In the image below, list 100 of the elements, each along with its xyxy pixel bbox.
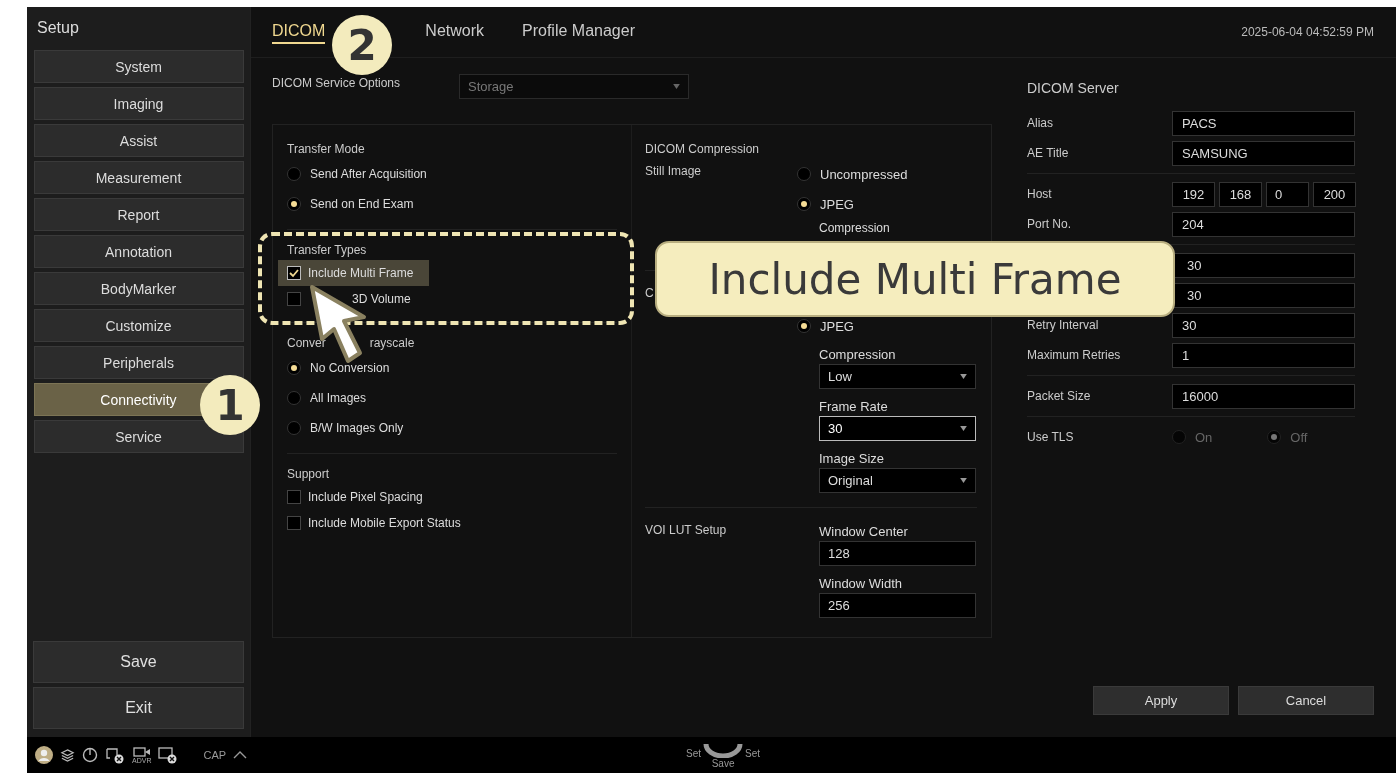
key-label: Save	[711, 757, 735, 769]
checkbox[interactable]	[287, 516, 301, 530]
field-label: Maximum Retries	[1027, 348, 1121, 362]
input-field[interactable]: 168	[1219, 181, 1262, 207]
field-label: Frame Rate	[819, 398, 889, 414]
user-avatar-icon[interactable]	[35, 746, 53, 764]
knob-icon	[703, 741, 744, 758]
option-label: Include Multi Frame	[308, 266, 414, 280]
field-label: Alias	[1027, 116, 1053, 130]
field-label: Window Center	[819, 523, 909, 539]
option-label: No Conversion	[310, 361, 390, 375]
tab[interactable]: Profile Manager	[522, 20, 635, 44]
checkbox[interactable]	[287, 266, 301, 280]
input-field[interactable]: 128	[819, 541, 976, 566]
field-label: Port No.	[1027, 217, 1071, 231]
option-label: All Images	[310, 391, 367, 405]
screen-error-icon[interactable]	[158, 746, 179, 764]
network-error-icon[interactable]	[105, 746, 125, 764]
radio-button[interactable]	[797, 167, 811, 181]
option-label: Send After Acquisition	[310, 167, 427, 181]
field-label: AE Title	[1027, 146, 1069, 160]
dropdown[interactable]: 30	[819, 416, 976, 441]
input-field[interactable]: 204	[1172, 211, 1355, 237]
sidebar-title: Setup	[36, 18, 79, 38]
key-label: Set	[686, 747, 702, 759]
gauge-icon[interactable]	[82, 747, 98, 763]
input-field[interactable]: 0	[1266, 181, 1309, 207]
section-title: Conver	[287, 336, 326, 350]
sidebar-item[interactable]: BodyMarker	[33, 272, 244, 305]
checkbox[interactable]	[287, 292, 301, 306]
panel-title: DICOM Server	[1027, 80, 1120, 98]
option-label: Send on End Exam	[310, 197, 414, 211]
dropdown[interactable]: Low	[819, 364, 976, 389]
checkbox[interactable]	[287, 490, 301, 504]
sidebar-item[interactable]: Peripherals	[33, 346, 244, 379]
sidebar-item[interactable]: Customize	[33, 309, 244, 342]
radio-button[interactable]	[287, 421, 301, 435]
option-label: B/W Images Only	[310, 421, 404, 435]
radio-button[interactable]	[287, 167, 301, 181]
caret-up-icon[interactable]	[233, 751, 248, 759]
action-button[interactable]: Apply	[1093, 686, 1229, 715]
caps-lock-indicator: CAP	[203, 749, 227, 761]
input-field[interactable]: 1	[1172, 342, 1355, 368]
option-label: Include Mobile Export Status	[308, 516, 461, 530]
option-label: Include Pixel Spacing	[308, 490, 423, 504]
key-label: Set	[745, 747, 761, 759]
sidebar-item[interactable]: Service	[33, 420, 244, 453]
input-field[interactable]: 30	[1172, 282, 1355, 308]
field-label: Packet Size	[1027, 389, 1091, 403]
input-field[interactable]: 256	[819, 593, 976, 618]
field-label: Still Image	[645, 164, 702, 178]
section-title: Transfer Types	[287, 242, 368, 259]
sidebar-item[interactable]: Report	[33, 198, 244, 231]
sidebar-item[interactable]: Assist	[33, 124, 244, 157]
sidebar-item[interactable]: System	[33, 50, 244, 83]
tab[interactable]: Network	[425, 20, 484, 44]
field-label: VOI LUT Setup	[645, 523, 727, 537]
action-button[interactable]: Cancel	[1238, 686, 1374, 715]
option-label: Uncompressed	[820, 166, 908, 182]
sidebar-item[interactable]: Imaging	[33, 87, 244, 120]
section-title: Support	[287, 466, 331, 483]
radio-button[interactable]	[797, 319, 811, 333]
tab[interactable]: DICOM	[272, 20, 326, 44]
field-label: Use TLS	[1027, 430, 1074, 444]
dropdown-icon	[960, 426, 967, 431]
radio-button[interactable]	[287, 391, 301, 405]
dropdown-icon	[960, 374, 967, 379]
section-title: Transfer Mode	[287, 141, 366, 158]
radio-button[interactable]	[287, 361, 301, 375]
field-label: Retry Interval	[1027, 318, 1099, 332]
radio-button[interactable]	[287, 197, 301, 211]
section-title: DICOM Compression	[645, 141, 761, 158]
dropdown[interactable]: Original	[819, 468, 976, 493]
field-label: Host	[1027, 187, 1052, 201]
input-field[interactable]: PACS	[1172, 110, 1355, 136]
input-field[interactable]: 192	[1172, 181, 1215, 207]
input-field[interactable]: SAMSUNG	[1172, 140, 1355, 166]
input-field[interactable]: 30	[1172, 252, 1355, 278]
step-callout-tooltip: 2	[332, 15, 392, 75]
video-camera-icon[interactable]	[132, 746, 151, 757]
input-field[interactable]: 200	[1313, 181, 1356, 207]
option-label: JPEG	[820, 318, 854, 334]
sidebar-button[interactable]: Save	[33, 641, 244, 683]
dropdown-icon	[673, 84, 680, 89]
section-title: rayscale	[369, 336, 415, 350]
option-label: On	[1195, 429, 1213, 445]
dropdown-icon	[960, 478, 967, 483]
radio-button[interactable]	[797, 197, 811, 211]
layers-icon[interactable]	[60, 747, 75, 763]
date-time: 2025-06-04 04:52:59 PM	[1241, 25, 1374, 39]
option-label: 3D Volume	[351, 292, 411, 306]
input-field[interactable]: 30	[1172, 312, 1355, 338]
callout-tooltip: Include Multi Frame	[655, 241, 1175, 317]
option-label: Off	[1290, 429, 1308, 445]
input-field[interactable]: 16000	[1172, 383, 1355, 409]
sidebar-item[interactable]: Annotation	[33, 235, 244, 268]
sidebar-item[interactable]: Measurement	[33, 161, 244, 194]
option-label: JPEG	[820, 196, 854, 212]
sidebar-button[interactable]: Exit	[33, 687, 244, 729]
field-label: DICOM Service Options	[272, 76, 402, 90]
